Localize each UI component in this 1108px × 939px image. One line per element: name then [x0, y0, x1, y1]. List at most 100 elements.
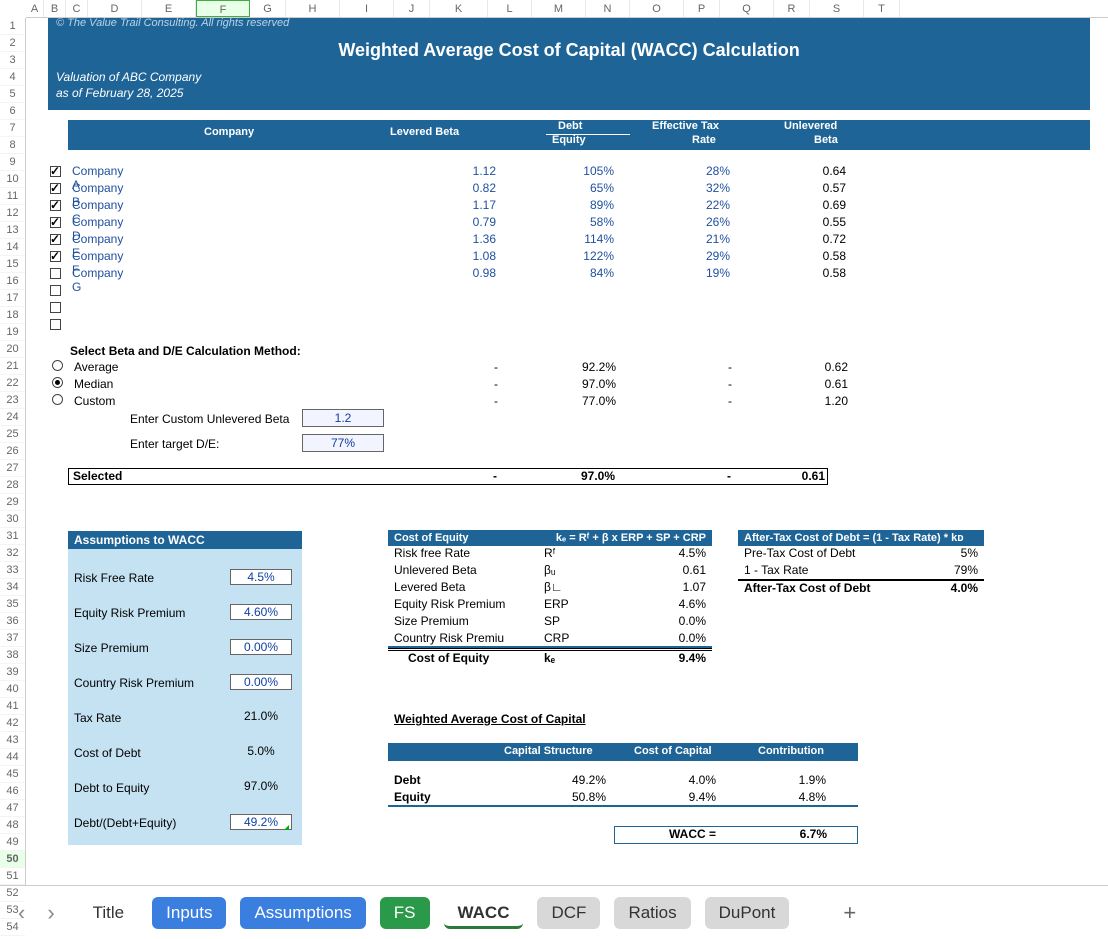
col-header-P[interactable]: P	[684, 0, 720, 17]
row-header-27[interactable]: 27	[0, 460, 25, 477]
col-header-E[interactable]: E	[142, 0, 196, 17]
company-checkbox[interactable]	[50, 183, 61, 194]
row-header-42[interactable]: 42	[0, 715, 25, 732]
col-header-A[interactable]: A	[26, 0, 44, 17]
row-header-39[interactable]: 39	[0, 664, 25, 681]
row-header-52[interactable]: 52	[0, 885, 25, 902]
row-header-47[interactable]: 47	[0, 800, 25, 817]
row-header-45[interactable]: 45	[0, 766, 25, 783]
row-header-49[interactable]: 49	[0, 834, 25, 851]
tab-nav-next-icon[interactable]: ›	[47, 900, 54, 926]
company-name[interactable]: Company G	[72, 266, 123, 294]
row-header-3[interactable]: 3	[0, 52, 25, 69]
sheet-tab-title[interactable]: Title	[79, 897, 139, 929]
col-header-C[interactable]: C	[66, 0, 88, 17]
row-header-36[interactable]: 36	[0, 613, 25, 630]
row-header-29[interactable]: 29	[0, 494, 25, 511]
col-header-M[interactable]: M	[532, 0, 586, 17]
row-header-37[interactable]: 37	[0, 630, 25, 647]
company-checkbox[interactable]	[50, 285, 61, 296]
row-header-26[interactable]: 26	[0, 443, 25, 460]
row-header-48[interactable]: 48	[0, 817, 25, 834]
row-header-31[interactable]: 31	[0, 528, 25, 545]
row-header-18[interactable]: 18	[0, 307, 25, 324]
row-header-21[interactable]: 21	[0, 358, 25, 375]
row-header-14[interactable]: 14	[0, 239, 25, 256]
col-header-R[interactable]: R	[774, 0, 810, 17]
company-checkbox[interactable]	[50, 217, 61, 228]
add-sheet-icon[interactable]: +	[843, 900, 856, 926]
grid-area[interactable]: © The Value Trail Consulting. All rights…	[26, 18, 1108, 885]
row-header-35[interactable]: 35	[0, 596, 25, 613]
assumption-value[interactable]: 0.00%	[230, 674, 292, 690]
col-header-O[interactable]: O	[630, 0, 684, 17]
sheet-tab-dcf[interactable]: DCF	[537, 897, 600, 929]
row-header-15[interactable]: 15	[0, 256, 25, 273]
row-header-32[interactable]: 32	[0, 545, 25, 562]
sheet-tab-ratios[interactable]: Ratios	[614, 897, 690, 929]
row-header-12[interactable]: 12	[0, 205, 25, 222]
method-radio[interactable]	[52, 360, 63, 371]
custom-de-input[interactable]: 77%	[302, 434, 384, 452]
row-header-10[interactable]: 10	[0, 171, 25, 188]
row-header-28[interactable]: 28	[0, 477, 25, 494]
row-header-33[interactable]: 33	[0, 562, 25, 579]
row-header-19[interactable]: 19	[0, 324, 25, 341]
custom-ulb-input[interactable]: 1.2	[302, 409, 384, 427]
row-header-23[interactable]: 23	[0, 392, 25, 409]
col-header-B[interactable]: B	[44, 0, 66, 17]
row-header-7[interactable]: 7	[0, 120, 25, 137]
col-header-G[interactable]: G	[250, 0, 286, 17]
row-header-17[interactable]: 17	[0, 290, 25, 307]
assumption-value[interactable]: 0.00%	[230, 639, 292, 655]
row-header-46[interactable]: 46	[0, 783, 25, 800]
col-header-D[interactable]: D	[88, 0, 142, 17]
row-header-38[interactable]: 38	[0, 647, 25, 664]
method-radio[interactable]	[52, 394, 63, 405]
row-header-6[interactable]: 6	[0, 103, 25, 120]
col-header-I[interactable]: I	[340, 0, 394, 17]
row-header-44[interactable]: 44	[0, 749, 25, 766]
assumption-value[interactable]: 49.2%	[230, 814, 292, 830]
company-checkbox[interactable]	[50, 166, 61, 177]
row-header-40[interactable]: 40	[0, 681, 25, 698]
col-header-K[interactable]: K	[430, 0, 488, 17]
sheet-tab-inputs[interactable]: Inputs	[152, 897, 226, 929]
assumption-value[interactable]: 4.5%	[230, 569, 292, 585]
row-header-16[interactable]: 16	[0, 273, 25, 290]
row-header-24[interactable]: 24	[0, 409, 25, 426]
sheet-tab-wacc[interactable]: WACC	[444, 897, 524, 929]
row-header-41[interactable]: 41	[0, 698, 25, 715]
company-checkbox[interactable]	[50, 234, 61, 245]
row-header-1[interactable]: 1	[0, 18, 25, 35]
col-header-T[interactable]: T	[864, 0, 900, 17]
row-header-20[interactable]: 20	[0, 341, 25, 358]
company-checkbox[interactable]	[50, 319, 61, 330]
row-header-8[interactable]: 8	[0, 137, 25, 154]
col-header-J[interactable]: J	[394, 0, 430, 17]
row-header-34[interactable]: 34	[0, 579, 25, 596]
company-checkbox[interactable]	[50, 251, 61, 262]
row-header-53[interactable]: 53	[0, 902, 25, 919]
row-header-13[interactable]: 13	[0, 222, 25, 239]
col-header-H[interactable]: H	[286, 0, 340, 17]
sheet-tab-assumptions[interactable]: Assumptions	[240, 897, 365, 929]
col-header-N[interactable]: N	[586, 0, 630, 17]
row-header-50[interactable]: 50	[0, 851, 25, 868]
method-radio[interactable]	[52, 377, 63, 388]
row-header-9[interactable]: 9	[0, 154, 25, 171]
col-header-S[interactable]: S	[810, 0, 864, 17]
row-header-25[interactable]: 25	[0, 426, 25, 443]
col-header-Q[interactable]: Q	[720, 0, 774, 17]
row-header-43[interactable]: 43	[0, 732, 25, 749]
row-header-51[interactable]: 51	[0, 868, 25, 885]
col-header-F[interactable]: F	[196, 0, 250, 17]
company-checkbox[interactable]	[50, 268, 61, 279]
assumption-value[interactable]: 4.60%	[230, 604, 292, 620]
col-header-L[interactable]: L	[488, 0, 532, 17]
row-header-4[interactable]: 4	[0, 69, 25, 86]
row-header-5[interactable]: 5	[0, 86, 25, 103]
company-checkbox[interactable]	[50, 200, 61, 211]
sheet-tab-dupont[interactable]: DuPont	[705, 897, 790, 929]
sheet-tab-fs[interactable]: FS	[380, 897, 430, 929]
